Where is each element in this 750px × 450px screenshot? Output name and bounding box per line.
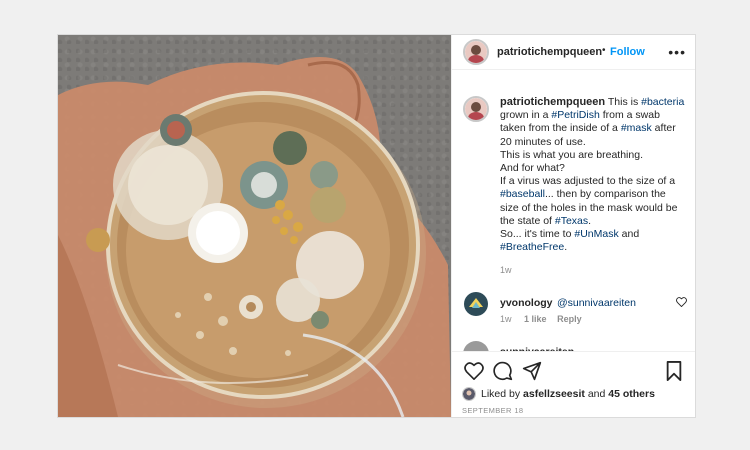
caption-text: size of the holes in the mask would be — [500, 201, 678, 214]
avatar-image — [465, 41, 487, 63]
comment-heart-icon[interactable] — [676, 297, 687, 307]
caption-text: So... it's time to — [500, 228, 575, 241]
more-icon[interactable]: ••• — [668, 44, 686, 60]
caption-username[interactable]: patriotichempqueen — [500, 96, 605, 108]
comment-reply-button[interactable]: Reply — [557, 314, 582, 324]
post-side-panel: patriotichempqueen • Follow ••• patrioti… — [451, 35, 695, 417]
hashtag-baseball[interactable]: #baseball — [500, 188, 545, 200]
liked-by-user[interactable]: asfellzseesit — [523, 388, 585, 400]
commenter-avatar-image — [464, 292, 488, 316]
caption-text: ... then by comparison the — [544, 188, 666, 201]
hashtag-texas[interactable]: #Texas — [555, 215, 588, 227]
caption-text: If a virus was adjusted to the size of a — [500, 175, 676, 188]
author-username[interactable]: patriotichempqueen — [497, 46, 602, 58]
comment-age[interactable]: 1w — [500, 314, 512, 324]
caption-text: from a swab — [599, 109, 660, 122]
caption-text: the state of — [500, 214, 555, 227]
post-photo[interactable] — [58, 35, 451, 417]
caption-age[interactable]: 1w — [500, 264, 690, 277]
comment-likes[interactable]: 1 like — [524, 314, 547, 324]
liked-by-prefix: Liked by — [481, 388, 524, 400]
comment-username[interactable]: yvonology — [500, 297, 553, 309]
caption-text: This is — [605, 96, 642, 108]
comment-icon[interactable] — [493, 361, 513, 381]
liked-by-avatar-image — [463, 388, 475, 400]
commenter-avatar[interactable] — [463, 291, 489, 317]
follow-button[interactable]: Follow — [610, 46, 645, 58]
caption-text: 20 minutes of use. — [500, 135, 586, 148]
caption-avatar-image — [465, 98, 487, 120]
instagram-post-card: patriotichempqueen • Follow ••• patrioti… — [57, 34, 696, 418]
share-icon[interactable] — [522, 361, 542, 381]
post-date[interactable]: SEPTEMBER 18 — [462, 406, 524, 415]
hashtag-petridish[interactable]: #PetriDish — [551, 109, 599, 121]
post-caption: patriotichempqueen This is #bacteria gro… — [500, 96, 690, 278]
caption-text: And for what? — [500, 162, 565, 175]
caption-text: taken from the inside of a — [500, 122, 621, 135]
comment-meta: 1w 1 like Reply — [500, 314, 582, 324]
liked-by-avatar[interactable] — [462, 387, 476, 401]
caption-text: This is what you are breathing. — [500, 148, 643, 161]
comment-item: yvonology @sunnivaareiten — [500, 293, 636, 311]
post-header: patriotichempqueen • Follow ••• — [452, 35, 695, 70]
caption-text: grown in a — [500, 109, 552, 122]
bookmark-icon[interactable] — [666, 361, 682, 381]
hashtag-unmask[interactable]: #UnMask — [574, 228, 618, 240]
caption-text: and — [618, 228, 640, 241]
caption-text: . — [564, 241, 568, 254]
hashtag-mask[interactable]: #mask — [621, 122, 652, 134]
liked-by-text: Liked by asfellzseesit and 45 others — [481, 388, 655, 400]
author-avatar[interactable] — [463, 39, 489, 65]
comment-mention[interactable]: @sunnivaareiten — [557, 297, 636, 309]
hashtag-breathefree[interactable]: #BreatheFree — [500, 241, 564, 253]
liked-by-count[interactable]: 45 others — [608, 388, 655, 400]
post-actions: Liked by asfellzseesit and 45 others SEP… — [452, 351, 695, 417]
caption-avatar[interactable] — [463, 96, 489, 122]
heart-icon[interactable] — [464, 362, 484, 380]
header-separator: • — [602, 45, 606, 56]
caption-text: after — [651, 122, 676, 135]
hashtag-bacteria[interactable]: #bacteria — [641, 96, 684, 108]
liked-by-mid: and — [584, 388, 609, 400]
caption-text: . — [588, 214, 592, 227]
petri-dish-illustration — [58, 57, 451, 417]
